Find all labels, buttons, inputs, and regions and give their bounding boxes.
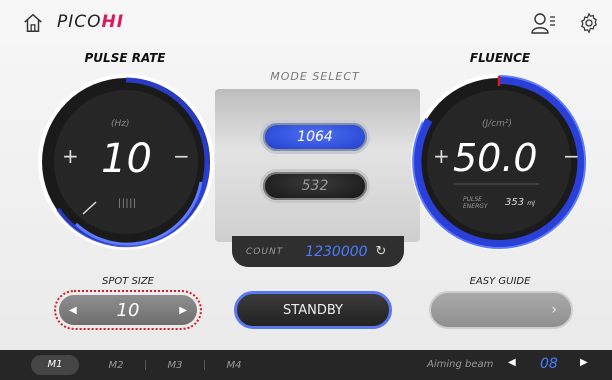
- aiming-increase-icon[interactable]: ▶: [580, 357, 588, 368]
- pulse-rate-title: PULSE RATE: [84, 51, 166, 65]
- pulse-unit: (Hz): [111, 119, 130, 129]
- brand-logo: PICOHI: [57, 12, 125, 32]
- pulse-energy-value: 353 mJ: [505, 197, 535, 208]
- chevron-right-icon: ›: [551, 302, 557, 318]
- mode-panel: [215, 89, 420, 242]
- pulse-rate-value: 10: [101, 136, 152, 182]
- fluence-title: FLUENCE: [469, 51, 531, 65]
- aiming-beam-value: 08: [540, 356, 558, 372]
- shot-counter: COUNT 1230000 ↻: [232, 236, 404, 267]
- user-menu-icon[interactable]: [530, 11, 556, 35]
- standby-button[interactable]: STANDBY: [234, 291, 392, 329]
- spot-size-stepper[interactable]: ◀ 10 ▶: [54, 290, 202, 330]
- spot-size-title: SPOT SIZE: [101, 276, 154, 287]
- easy-guide-title: EASY GUIDE: [469, 276, 531, 287]
- tab-m1[interactable]: M1: [31, 355, 79, 375]
- reset-count-icon[interactable]: ↻: [376, 244, 387, 259]
- gear-icon[interactable]: [578, 12, 600, 34]
- spot-increase-icon[interactable]: ▶: [179, 305, 187, 316]
- aiming-beam-label: Aiming beam: [427, 359, 494, 370]
- tab-m2[interactable]: M2: [87, 360, 145, 371]
- count-value: 1230000: [305, 243, 368, 260]
- pulse-level-indicator: │││││: [117, 199, 137, 208]
- app-root: PICOHI PULSE RATE FLUENCE MODE SELECT 10…: [0, 0, 612, 380]
- fluence-plus-button[interactable]: +: [433, 144, 450, 168]
- easy-guide-button[interactable]: ›: [429, 291, 573, 329]
- fluence-value: 50.0: [453, 136, 538, 180]
- home-icon[interactable]: [22, 12, 44, 34]
- pulse-energy-label: PULSE ENERGY: [463, 196, 488, 210]
- mode-532-button[interactable]: 532: [260, 169, 370, 203]
- count-label: COUNT: [246, 246, 284, 257]
- fluence-minus-button[interactable]: −: [563, 144, 580, 168]
- spot-size-value: 10: [116, 299, 140, 321]
- pulse-minus-button[interactable]: −: [173, 144, 190, 168]
- tab-m4[interactable]: M4: [205, 360, 263, 371]
- memory-bar: M1 M2 M3 M4: [0, 350, 612, 380]
- aiming-decrease-icon[interactable]: ◀: [508, 357, 516, 368]
- spot-decrease-icon[interactable]: ◀: [69, 305, 77, 316]
- fluence-unit: (J/cm²): [482, 119, 513, 129]
- pulse-plus-button[interactable]: +: [62, 144, 79, 168]
- mode-select-title: MODE SELECT: [270, 70, 360, 83]
- tab-m3[interactable]: M3: [146, 360, 204, 371]
- mode-1064-button[interactable]: 1064: [260, 120, 370, 154]
